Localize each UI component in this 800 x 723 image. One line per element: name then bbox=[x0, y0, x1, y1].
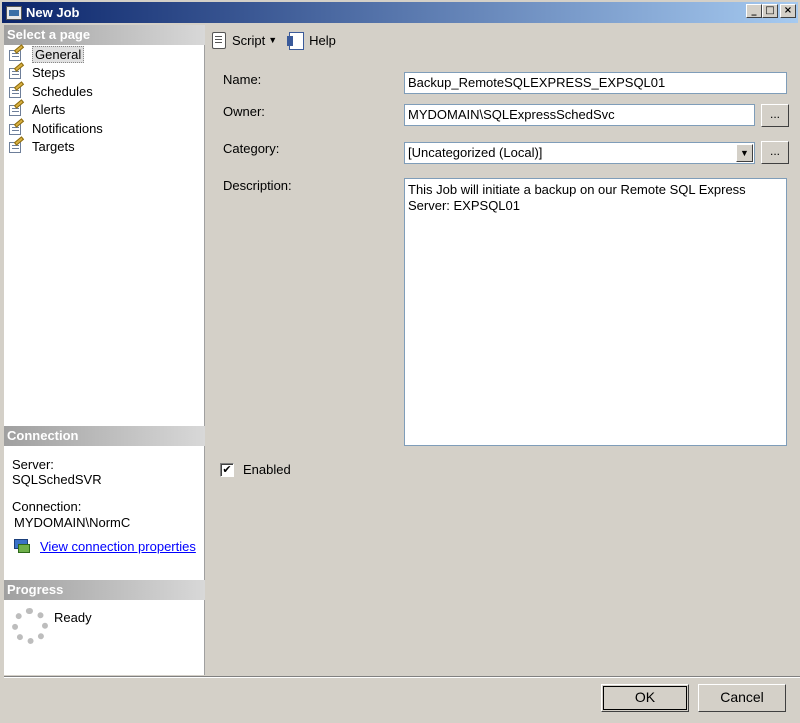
page-item-targets[interactable]: Targets bbox=[4, 136, 205, 157]
sql-window-icon bbox=[6, 5, 22, 20]
progress-status: Ready bbox=[54, 610, 92, 625]
page-wrench-icon bbox=[7, 136, 25, 154]
help-icon bbox=[287, 31, 305, 50]
category-label: Category: bbox=[223, 141, 280, 156]
category-select[interactable]: [Uncategorized (Local)] ▼ bbox=[404, 142, 755, 164]
help-label: Help bbox=[309, 32, 336, 48]
connection-properties-icon bbox=[12, 538, 32, 554]
script-button[interactable]: Script ▼ bbox=[210, 31, 277, 49]
help-button[interactable]: Help bbox=[287, 31, 336, 50]
name-label: Name: bbox=[223, 72, 262, 87]
page-item-alerts[interactable]: Alerts bbox=[4, 99, 205, 120]
select-page-header: Select a page bbox=[4, 25, 205, 45]
close-button[interactable]: × bbox=[780, 4, 796, 18]
enabled-checkbox[interactable]: ✔ bbox=[220, 462, 234, 477]
cancel-button[interactable]: Cancel bbox=[698, 684, 786, 712]
progress-header: Progress bbox=[4, 580, 205, 600]
toolbar: Script ▼ Help bbox=[206, 25, 800, 55]
view-connection-properties-label: View connection properties bbox=[40, 538, 196, 554]
connection-label: Connection: bbox=[12, 499, 82, 514]
page-item-label: Alerts bbox=[32, 102, 66, 118]
script-label: Script bbox=[232, 32, 266, 48]
page-item-schedules[interactable]: Schedules bbox=[4, 81, 205, 101]
bottom-divider bbox=[4, 676, 800, 677]
enabled-row[interactable]: ✔ Enabled bbox=[220, 462, 291, 477]
progress-spinner-icon bbox=[12, 608, 48, 644]
owner-label: Owner: bbox=[223, 104, 265, 119]
new-job-dialog: New Job _ □ × Select a page General Step… bbox=[0, 0, 800, 723]
owner-input[interactable]: MYDOMAIN\SQLExpressSchedSvc bbox=[404, 104, 755, 126]
page-wrench-icon bbox=[7, 118, 25, 136]
title-bar[interactable]: New Job _ □ × bbox=[2, 2, 798, 23]
script-icon bbox=[210, 31, 228, 49]
page-item-label: Schedules bbox=[32, 83, 93, 99]
category-selected-value: [Uncategorized (Local)] bbox=[408, 145, 543, 160]
window-title: New Job bbox=[26, 5, 80, 20]
name-input[interactable]: Backup_RemoteSQLEXPRESS_EXPSQL01 bbox=[404, 72, 787, 94]
page-item-steps[interactable]: Steps bbox=[4, 62, 205, 83]
connection-header: Connection bbox=[4, 426, 205, 446]
page-item-label: General bbox=[32, 45, 85, 63]
view-connection-properties-link[interactable]: View connection properties bbox=[12, 538, 196, 554]
description-label: Description: bbox=[223, 178, 292, 193]
page-item-notifications[interactable]: Notifications bbox=[4, 118, 205, 138]
enabled-label: Enabled bbox=[243, 462, 291, 477]
page-wrench-icon bbox=[7, 62, 25, 80]
chevron-down-icon[interactable]: ▼ bbox=[268, 35, 277, 45]
page-item-general[interactable]: General bbox=[4, 44, 205, 64]
title-bar-buttons: _ □ × bbox=[746, 4, 796, 18]
owner-browse-button[interactable]: ... bbox=[761, 104, 789, 127]
server-value: SQLSchedSVR bbox=[12, 472, 102, 487]
category-browse-button[interactable]: ... bbox=[761, 141, 789, 164]
server-label: Server: bbox=[12, 457, 54, 472]
ok-button[interactable]: OK bbox=[601, 684, 689, 712]
maximize-button[interactable]: □ bbox=[762, 4, 778, 18]
page-wrench-icon bbox=[7, 81, 25, 99]
connection-value: MYDOMAIN\NormC bbox=[14, 515, 131, 530]
page-item-label: Targets bbox=[32, 139, 75, 155]
left-pane: Select a page General Steps Schedules Al… bbox=[4, 25, 205, 675]
chevron-down-icon[interactable]: ▼ bbox=[736, 144, 753, 162]
minimize-button[interactable]: _ bbox=[746, 4, 762, 18]
page-wrench-icon bbox=[7, 99, 25, 117]
page-wrench-icon bbox=[7, 44, 25, 62]
page-list: General Steps Schedules Alerts Notificat… bbox=[4, 44, 205, 157]
page-item-label: Steps bbox=[32, 65, 66, 81]
description-textarea[interactable]: This Job will initiate a backup on our R… bbox=[404, 178, 787, 446]
page-item-label: Notifications bbox=[32, 120, 103, 136]
